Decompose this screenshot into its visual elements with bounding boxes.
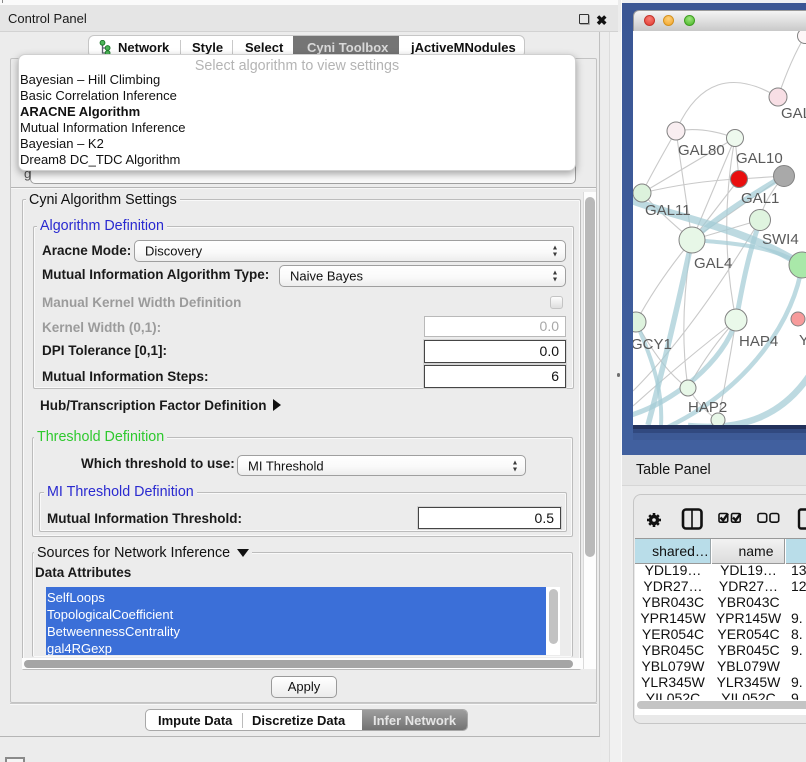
svg-text:GAL11: GAL11 — [645, 202, 691, 219]
svg-text:GAL1: GAL1 — [741, 190, 779, 207]
svg-text:GAL: GAL — [781, 105, 806, 122]
svg-text:HAP4: HAP4 — [739, 333, 778, 350]
svg-text:SWI4: SWI4 — [762, 231, 799, 248]
svg-text:GAL10: GAL10 — [736, 150, 783, 167]
svg-text:GAL4: GAL4 — [694, 255, 732, 272]
svg-text:GAL80: GAL80 — [678, 142, 725, 159]
svg-text:GCY1: GCY1 — [633, 336, 672, 353]
svg-text:HAP2: HAP2 — [688, 399, 727, 416]
svg-text:Y: Y — [799, 332, 806, 349]
